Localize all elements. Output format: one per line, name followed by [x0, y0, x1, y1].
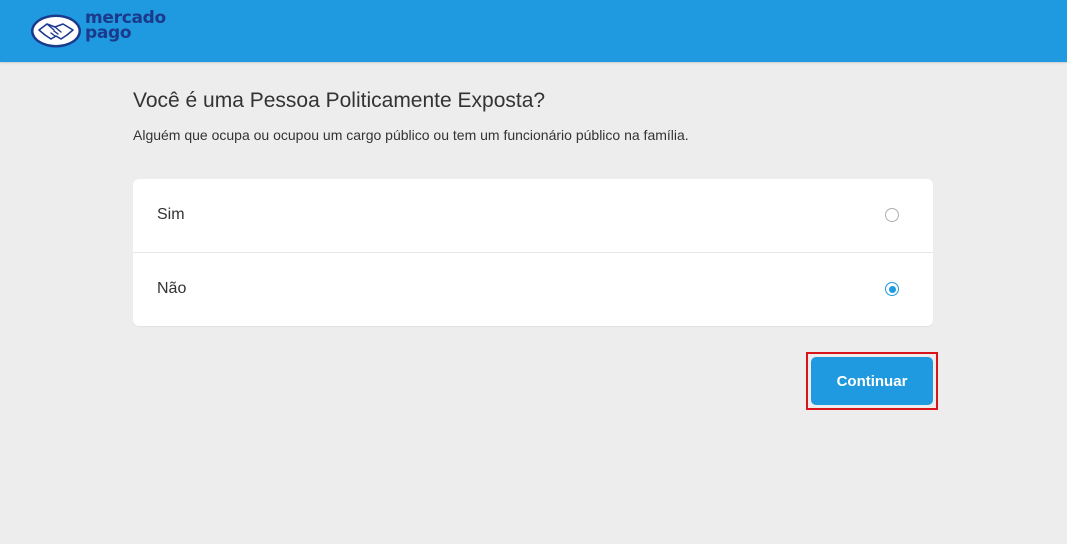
option-label: Não: [157, 280, 187, 297]
handshake-icon: [31, 14, 81, 48]
radio-unselected-icon[interactable]: [885, 208, 899, 222]
mercado-pago-logo[interactable]: mercado pago: [30, 10, 170, 51]
radio-selected-icon[interactable]: [885, 282, 899, 296]
continue-button[interactable]: Continuar: [811, 357, 933, 405]
page-subtitle: Alguém que ocupa ou ocupou um cargo públ…: [133, 127, 689, 143]
top-bar: mercado pago: [0, 0, 1067, 62]
option-sim[interactable]: Sim: [133, 179, 933, 253]
brand-wordmark: mercado pago: [85, 10, 166, 43]
option-label: Sim: [157, 206, 185, 223]
brand-line-2: pago: [85, 23, 132, 43]
page: mercado pago Você é uma Pessoa Politicam…: [0, 0, 1067, 544]
page-title: Você é uma Pessoa Politicamente Exposta?: [133, 89, 546, 112]
option-nao[interactable]: Não: [133, 253, 933, 326]
options-card: Sim Não: [133, 179, 933, 326]
